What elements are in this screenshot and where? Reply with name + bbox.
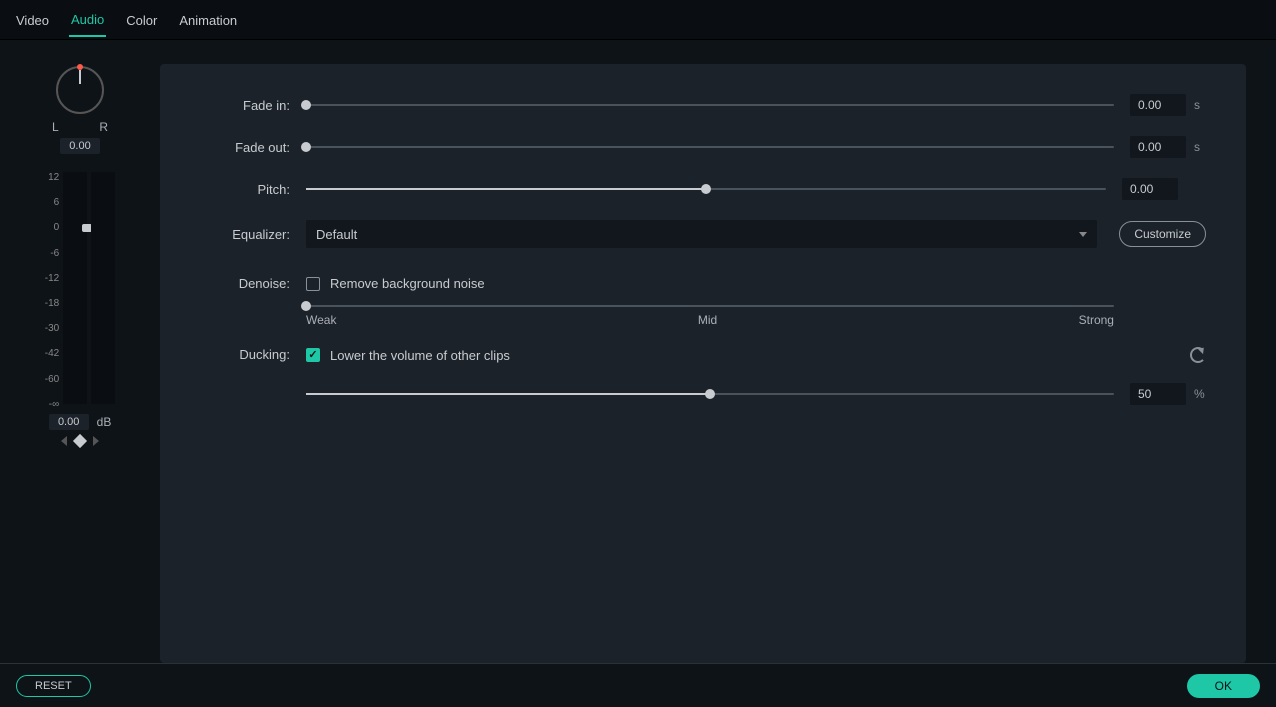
left-panel: L R 0.00 12 6 0 -6 -12 -18 -30 -42 -60 -∞ 0.00 dB (0, 40, 160, 663)
fade-in-slider[interactable] (306, 104, 1114, 106)
fade-out-slider[interactable] (306, 146, 1114, 148)
ducking-value[interactable]: 50 (1130, 383, 1186, 405)
next-keyframe-icon[interactable] (93, 436, 99, 446)
reset-ducking-icon[interactable] (1190, 347, 1206, 363)
meter-tick: 12 (48, 172, 59, 183)
tab-video[interactable]: Video (14, 3, 51, 36)
pitch-value[interactable]: 0.00 (1122, 178, 1178, 200)
tab-color[interactable]: Color (124, 3, 159, 36)
fade-in-label: Fade in: (200, 98, 290, 113)
meter-tick: -6 (50, 248, 59, 259)
pitch-slider[interactable] (306, 188, 1106, 190)
tab-animation[interactable]: Animation (177, 3, 239, 36)
meter-tick: 0 (54, 222, 60, 233)
db-label: dB (97, 415, 112, 429)
meter-tick: -42 (45, 348, 59, 359)
tab-audio[interactable]: Audio (69, 2, 106, 37)
pitch-label: Pitch: (200, 182, 290, 197)
meter-bar-right[interactable] (91, 172, 115, 404)
denoise-checkbox-label: Remove background noise (330, 276, 485, 291)
volume-value[interactable]: 0.00 (49, 414, 89, 430)
meter-tick: -18 (45, 298, 59, 309)
denoise-checkbox[interactable] (306, 277, 320, 291)
pan-knob[interactable] (56, 66, 104, 114)
fade-out-unit: s (1194, 140, 1206, 154)
pan-r-label: R (99, 120, 108, 134)
meter-tick: -60 (45, 374, 59, 385)
prev-keyframe-icon[interactable] (61, 436, 67, 446)
denoise-strong-label: Strong (1079, 313, 1114, 327)
customize-button[interactable]: Customize (1119, 221, 1206, 247)
ducking-slider[interactable] (306, 393, 1114, 395)
meter-tick: -30 (45, 323, 59, 334)
tab-bar: Video Audio Color Animation (0, 0, 1276, 40)
equalizer-label: Equalizer: (200, 227, 290, 242)
equalizer-selected: Default (316, 227, 357, 242)
denoise-mid-label: Mid (698, 313, 717, 327)
ducking-unit: % (1194, 387, 1206, 401)
meter-bar-left[interactable] (63, 172, 87, 404)
chevron-down-icon (1079, 232, 1087, 237)
pan-l-label: L (52, 120, 59, 134)
meter-tick: 6 (54, 197, 60, 208)
meter-tick: -12 (45, 273, 59, 284)
fade-in-unit: s (1194, 98, 1206, 112)
denoise-weak-label: Weak (306, 313, 336, 327)
fade-out-label: Fade out: (200, 140, 290, 155)
add-keyframe-icon[interactable] (73, 434, 87, 448)
ok-button[interactable]: OK (1187, 674, 1260, 698)
ducking-checkbox[interactable] (306, 348, 320, 362)
fade-out-value[interactable]: 0.00 (1130, 136, 1186, 158)
pan-value[interactable]: 0.00 (60, 138, 100, 154)
footer: RESET OK (0, 663, 1276, 707)
equalizer-select[interactable]: Default (306, 220, 1097, 248)
fade-in-value[interactable]: 0.00 (1130, 94, 1186, 116)
meter-tick: -∞ (49, 399, 59, 410)
main-panel: Fade in: 0.00 s Fade out: 0.00 s Pitch: (160, 64, 1246, 663)
ducking-label: Ducking: (200, 347, 290, 362)
denoise-slider[interactable] (306, 305, 1114, 307)
ducking-checkbox-label: Lower the volume of other clips (330, 348, 510, 363)
denoise-label: Denoise: (200, 276, 290, 291)
volume-meter: 12 6 0 -6 -12 -18 -30 -42 -60 -∞ (45, 172, 115, 410)
keyframe-controls (61, 436, 99, 446)
reset-button[interactable]: RESET (16, 675, 91, 697)
